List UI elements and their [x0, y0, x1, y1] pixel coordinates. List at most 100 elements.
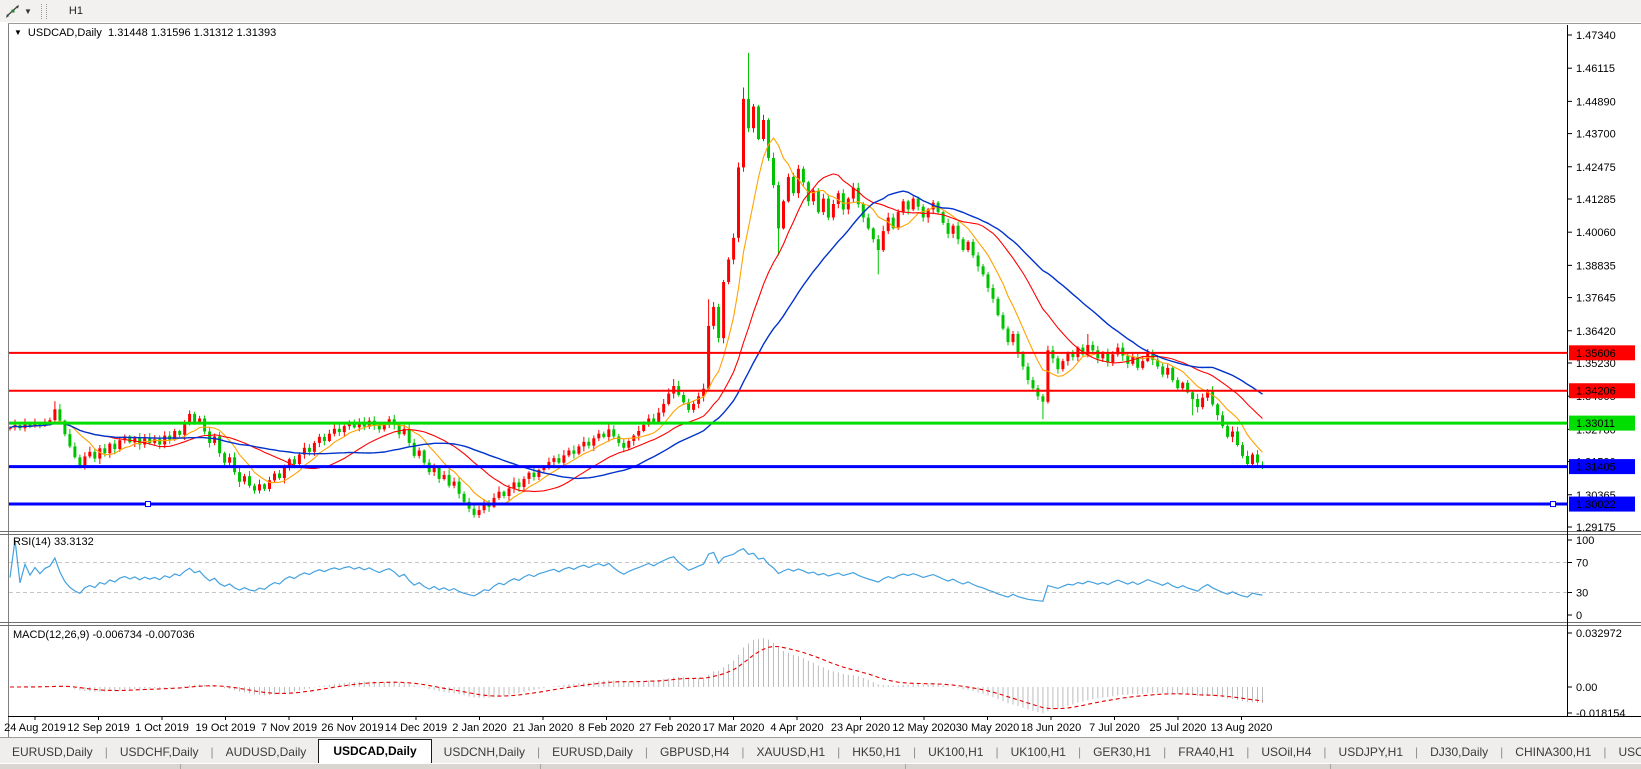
candle-body — [897, 212, 900, 228]
candle-body — [298, 455, 301, 465]
macd-tick-label: -0.018154 — [1576, 708, 1626, 720]
price-tick-label: 1.46115 — [1576, 63, 1615, 75]
chart-canvas[interactable]: 1.473401.461151.448901.437001.424751.412… — [0, 22, 1641, 737]
candle-body — [842, 193, 845, 209]
candle-body — [1176, 380, 1179, 388]
candle-body — [577, 446, 580, 453]
trendline-tool-button[interactable]: ▼ — [2, 3, 35, 20]
tab-usdchf-daily[interactable]: USDCHF,Daily — [108, 741, 211, 764]
tab-eurusd-daily[interactable]: EURUSD,Daily — [540, 741, 645, 764]
tab-gbpusd-h4[interactable]: GBPUSD,H4 — [648, 741, 741, 764]
candle-body — [617, 436, 620, 443]
candle-body — [378, 426, 381, 430]
tab-hk50-h1[interactable]: HK50,H1 — [840, 741, 913, 764]
candle-body — [88, 452, 91, 457]
tab-dj30-daily[interactable]: DJ30,Daily — [1418, 741, 1500, 764]
tab-usdcad-daily[interactable]: USDCAD,Daily — [318, 739, 431, 764]
candle-body — [1226, 426, 1229, 437]
candle-body — [762, 120, 765, 139]
status-divider — [905, 764, 906, 769]
timeframe-button-h1[interactable]: H1 — [57, 2, 102, 20]
candle-body — [448, 475, 451, 486]
tab-china300-h1[interactable]: CHINA300,H1 — [1503, 741, 1603, 764]
date-label: 12 Sep 2019 — [67, 722, 129, 734]
tab-uk100-h1[interactable]: UK100,H1 — [999, 741, 1078, 764]
candle-body — [827, 199, 830, 218]
candle-body — [802, 169, 805, 183]
candle-body — [592, 438, 595, 445]
candle-body — [223, 453, 226, 463]
candle-body — [243, 476, 246, 481]
symbol-label: USDCAD,Daily — [28, 27, 102, 39]
candle-body — [1141, 361, 1144, 368]
candle-body — [992, 288, 995, 299]
date-label: 12 May 2020 — [892, 722, 956, 734]
candle-body — [602, 434, 605, 437]
tab-usoil-h4[interactable]: USOil,H4 — [1249, 741, 1323, 764]
candle-body — [657, 413, 660, 423]
symbol-dropdown-icon[interactable]: ▼ — [14, 28, 22, 37]
price-tick-label: 1.42475 — [1576, 162, 1616, 174]
candle-body — [1216, 404, 1219, 415]
candle-body — [1246, 456, 1249, 464]
candle-body — [597, 434, 600, 439]
candle-body — [1091, 345, 1094, 350]
top-toolbar: ▼ M1M5M15M30H1H4D1W1MN — [0, 0, 1641, 23]
candle-body — [557, 458, 560, 463]
macd-indicator-label: MACD(12,26,9) -0.006734 -0.007036 — [13, 629, 195, 641]
candle-body — [872, 228, 875, 239]
candle-body — [587, 442, 590, 446]
candle-body — [732, 238, 735, 260]
date-label: 23 Apr 2020 — [831, 722, 890, 734]
candle-body — [952, 226, 955, 234]
candle-body — [423, 451, 426, 463]
candle-body — [627, 441, 630, 448]
candle-body — [1126, 356, 1129, 364]
candle-body — [248, 476, 251, 486]
tab-ger30-h1[interactable]: GER30,H1 — [1081, 741, 1163, 764]
candle-body — [478, 510, 481, 515]
candle-body — [1191, 392, 1194, 399]
date-label: 27 Feb 2020 — [639, 722, 701, 734]
candle-body — [333, 429, 336, 434]
candle-body — [717, 307, 720, 338]
candle-body — [622, 443, 625, 448]
candle-body — [792, 177, 795, 193]
date-label: 7 Nov 2019 — [261, 722, 317, 734]
candle-body — [533, 473, 536, 477]
tab-usdjpy-h1[interactable]: USDJPY,H1 — [1327, 741, 1415, 764]
status-divider — [540, 764, 541, 769]
candle-body — [1096, 350, 1099, 358]
candle-body — [1036, 388, 1039, 396]
candle-body — [777, 185, 780, 228]
chevron-down-icon[interactable]: ▼ — [24, 7, 32, 16]
toolbar-grip[interactable] — [41, 4, 47, 19]
candle-body — [572, 451, 575, 454]
tab-eurusd-daily[interactable]: EURUSD,Daily — [0, 741, 105, 764]
candle-body — [213, 436, 216, 443]
candle-body — [712, 307, 715, 326]
rsi-tick-label: 0 — [1576, 610, 1582, 622]
candle-body — [1161, 367, 1164, 375]
tab-xauusd-h1[interactable]: XAUUSD,H1 — [744, 741, 837, 764]
candle-body — [1171, 368, 1174, 380]
candle-body — [503, 492, 506, 496]
tab-usdcnh-daily[interactable]: USDCNH,Daily — [432, 741, 537, 764]
candle-body — [283, 467, 286, 478]
tab-fra40-h1[interactable]: FRA40,H1 — [1166, 741, 1246, 764]
date-label: 30 May 2020 — [956, 722, 1020, 734]
tab-usoil-h1[interactable]: USOil,H1 — [1606, 741, 1641, 764]
candle-body — [637, 431, 640, 436]
status-bar — [0, 763, 1641, 769]
chart-header: ▼USDCAD,Daily 1.31448 1.31596 1.31312 1.… — [14, 27, 276, 39]
tab-uk100-h1[interactable]: UK100,H1 — [916, 741, 995, 764]
candle-body — [58, 409, 61, 420]
candle-body — [528, 473, 531, 479]
tab-audusd-daily[interactable]: AUDUSD,Daily — [214, 741, 319, 764]
candle-body — [103, 448, 106, 453]
candle-body — [408, 429, 411, 443]
candle-body — [817, 191, 820, 213]
hline-handle[interactable] — [146, 502, 151, 507]
hline-handle[interactable] — [1551, 502, 1556, 507]
price-tick-label: 1.43700 — [1576, 129, 1616, 141]
